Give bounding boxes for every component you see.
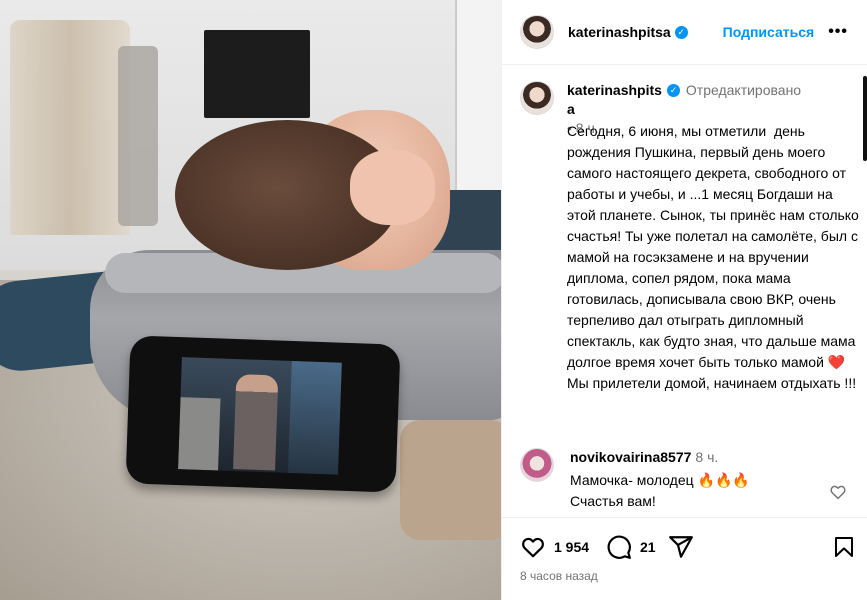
comments-count[interactable]: 21 [640, 539, 656, 555]
photo-bag [400, 420, 501, 540]
photo-phone [125, 335, 401, 493]
photo-phone-screen [178, 357, 342, 475]
share-icon[interactable] [668, 534, 694, 560]
verified-icon: ✓ [674, 25, 688, 39]
caption-avatar[interactable] [520, 81, 554, 115]
caption-text: Сегодня, 6 июня, мы отметили день рожден… [567, 121, 859, 394]
post-photo [0, 0, 501, 600]
scrollbar[interactable] [863, 66, 867, 516]
comment-icon[interactable] [606, 534, 632, 560]
comment-action[interactable]: 21 [606, 534, 656, 560]
photo-stage-light [287, 360, 342, 475]
photo-tv [204, 30, 310, 118]
action-bar: 1 954 21 [502, 517, 867, 572]
share-action[interactable] [668, 534, 694, 560]
author-avatar[interactable] [520, 15, 554, 49]
likes-count[interactable]: 1 954 [554, 539, 589, 555]
like-action[interactable]: 1 954 [520, 534, 589, 560]
scrollbar-thumb[interactable] [863, 76, 867, 161]
caption-body: Сегодня, 6 июня, мы отметили день рожден… [567, 123, 863, 370]
follow-button[interactable]: Подписаться [723, 24, 815, 40]
post-time-ago[interactable]: 8 часов назад [520, 569, 598, 583]
save-action[interactable] [832, 534, 856, 560]
like-icon[interactable] [520, 534, 546, 560]
comment-text: Мамочка- молодец 🔥🔥🔥 Счастья вам! [570, 472, 750, 509]
comment-like-icon[interactable] [829, 483, 847, 501]
comment-header: novikovairina8577 8 ч. [570, 449, 718, 465]
comment-age[interactable]: 8 ч. [695, 449, 718, 465]
edited-label: Отредактировано [685, 82, 802, 98]
author-username[interactable]: katerinashpitsa [568, 24, 671, 40]
photo-clothes-dark [118, 46, 158, 226]
verified-icon: ✓ [667, 84, 680, 97]
post-side-panel: katerinashpitsa ✓ Подписаться ••• kateri… [501, 0, 867, 600]
more-options-icon[interactable]: ••• [828, 23, 848, 41]
photo-stage-actor [233, 374, 279, 471]
save-icon[interactable] [832, 534, 856, 560]
photo-stage-left [178, 397, 221, 471]
caption-heart-emoji: ❤️ [827, 354, 846, 370]
commenter-username[interactable]: novikovairina8577 [570, 449, 691, 465]
post-header: katerinashpitsa ✓ Подписаться ••• [502, 0, 867, 65]
comments-scroll-area[interactable]: katerinashpitsa✓ Отредактировано • 8 ч. … [502, 66, 867, 516]
photo-clothes [10, 20, 130, 235]
caption-username[interactable]: katerinashpitsa [567, 81, 663, 119]
commenter-avatar[interactable] [520, 448, 554, 482]
photo-baby-hand [350, 150, 435, 225]
